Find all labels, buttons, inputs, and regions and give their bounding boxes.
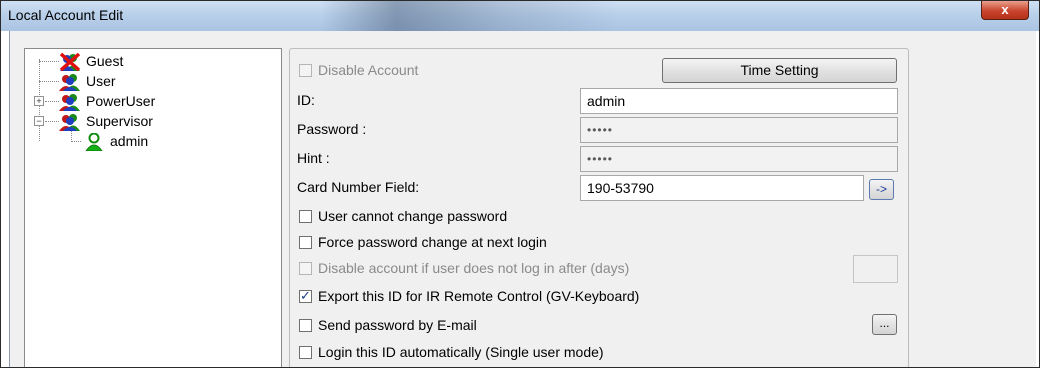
checkmark-icon: ✓ <box>300 288 311 303</box>
window-title: Local Account Edit <box>8 7 124 23</box>
title-bar: Local Account Edit x <box>1 1 1039 31</box>
card-arrow-button[interactable]: -> <box>869 179 894 200</box>
send-password-email-label: Send password by E-mail <box>318 317 477 333</box>
tree-line <box>71 141 81 142</box>
user-icon <box>85 133 103 151</box>
user-group-icon <box>59 114 80 131</box>
inactive-days-input[interactable] <box>853 255 898 283</box>
export-ir-remote-checkbox[interactable]: ✓ <box>299 288 312 303</box>
local-account-edit-window: Local Account Edit x + − Guest User Powe… <box>0 0 1040 368</box>
login-automatically-checkbox[interactable] <box>299 346 312 359</box>
tree-item-label: PowerUser <box>86 93 156 109</box>
disable-account-checkbox[interactable] <box>299 64 312 77</box>
export-ir-remote-label: Export this ID for IR Remote Control (GV… <box>318 288 640 304</box>
close-button[interactable]: x <box>981 1 1029 20</box>
disable-inactive-account-label: Disable account if user does not log in … <box>318 260 630 276</box>
disable-account-label: Disable Account <box>318 62 419 78</box>
user-group-icon <box>59 94 80 111</box>
hint-label: Hint : <box>297 150 330 166</box>
title-bar-background-blur <box>321 1 621 31</box>
tree-line <box>39 61 59 62</box>
time-setting-button[interactable]: Time Setting <box>662 58 897 83</box>
tree-item-label: Supervisor <box>86 113 153 129</box>
tree-item-label: admin <box>110 133 149 149</box>
tree-item-label: Guest <box>86 53 124 69</box>
collapse-supervisor-toggle[interactable]: − <box>34 116 44 126</box>
disable-inactive-account-checkbox[interactable] <box>299 262 312 275</box>
user-cannot-change-password-label: User cannot change password <box>318 208 508 224</box>
password-input[interactable]: ••••• <box>580 117 898 143</box>
send-password-email-checkbox[interactable] <box>299 319 312 332</box>
force-password-change-checkbox[interactable] <box>299 236 312 249</box>
email-settings-button[interactable]: ... <box>872 314 897 335</box>
id-label: ID: <box>297 92 315 108</box>
user-group-icon <box>59 74 80 91</box>
account-tree[interactable]: + − Guest User PowerUser Supervisor admi… <box>24 48 282 367</box>
tree-line <box>39 81 59 82</box>
card-number-label: Card Number Field: <box>297 179 420 195</box>
user-cannot-change-password-checkbox[interactable] <box>299 210 312 223</box>
user-denied-icon <box>59 53 81 71</box>
login-automatically-label: Login this ID automatically (Single user… <box>318 344 604 360</box>
force-password-change-label: Force password change at next login <box>318 234 547 250</box>
id-input[interactable]: admin <box>580 88 898 114</box>
tree-item-label: User <box>86 73 116 89</box>
expand-poweruser-toggle[interactable]: + <box>34 96 44 106</box>
password-label: Password : <box>297 121 367 137</box>
tree-line <box>45 121 59 122</box>
hint-input[interactable]: ••••• <box>580 146 898 172</box>
tree-line <box>45 101 59 102</box>
card-number-input[interactable]: 190-53790 <box>580 175 864 201</box>
